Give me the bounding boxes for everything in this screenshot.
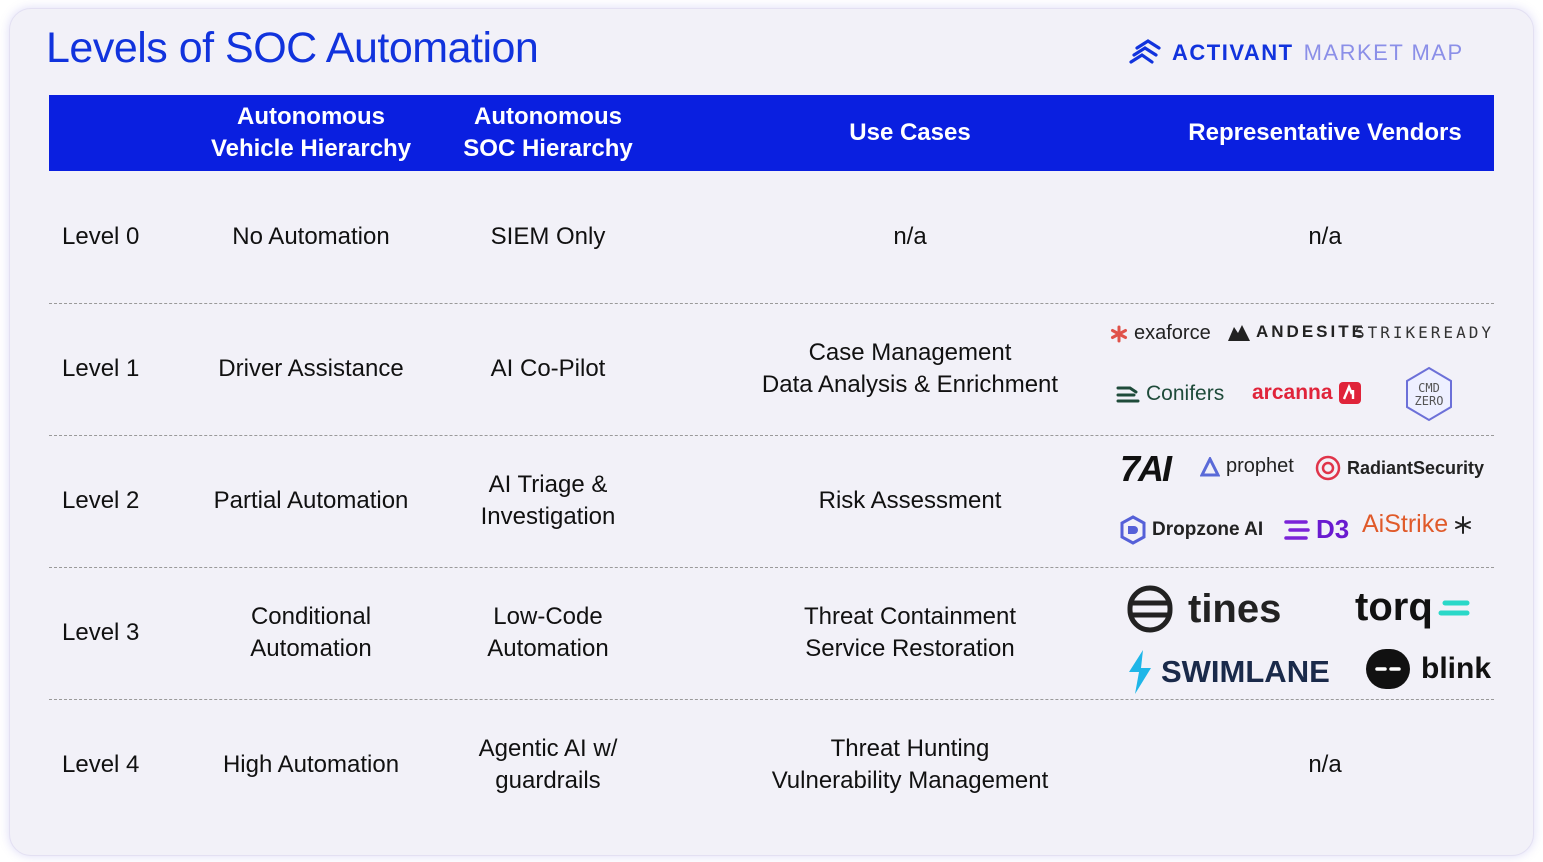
vendor-logo-conifers: Conifers <box>1116 382 1224 406</box>
svg-text:ZERO: ZERO <box>1415 394 1444 408</box>
table-row: Level 4 High Automation Agentic AI w/ gu… <box>49 699 1494 831</box>
conifers-icon <box>1116 386 1140 403</box>
vendor-logo-d3: D3 <box>1284 514 1349 545</box>
vehicle-hierarchy-cell: Driver Assistance <box>218 355 404 382</box>
andesite-mountain-icon <box>1228 325 1250 341</box>
soc-hierarchy-cell: Agentic AI w/ guardrails <box>478 735 618 794</box>
use-cases-cell: Threat Hunting Vulnerability Management <box>771 735 1049 794</box>
vendor-logo-andesite: ANDESITE <box>1228 322 1366 342</box>
vendor-logo-aistrike: AiStrike <box>1362 510 1472 539</box>
column-header-soc: Autonomous SOC Hierarchy <box>463 103 633 162</box>
aistrike-spark-icon <box>1455 515 1472 534</box>
vendor-logo-torq: torq <box>1355 585 1471 630</box>
use-cases-cell: Case Management Data Analysis & Enrichme… <box>761 339 1059 398</box>
level-label: Level 2 <box>62 487 140 514</box>
vendor-logo-swimlane: SWIMLANE <box>1125 650 1330 694</box>
vendor-logo-blink: blink <box>1365 648 1491 690</box>
vendor-logo-radiantsecurity: RadiantSecurity <box>1315 455 1484 481</box>
vendor-logo-arcanna: arcanna <box>1252 381 1361 405</box>
exaforce-star-icon <box>1111 325 1127 342</box>
arcanna-ai-badge-icon <box>1338 382 1361 404</box>
torq-bars-icon <box>1438 600 1470 615</box>
soc-hierarchy-cell: SIEM Only <box>490 223 606 250</box>
swimlane-bolt-icon <box>1129 650 1151 694</box>
use-cases-cell: n/a <box>893 223 927 250</box>
vendors-cell: n/a <box>1308 223 1342 250</box>
vehicle-hierarchy-cell: High Automation <box>222 751 400 778</box>
column-header-use-cases: Use Cases <box>849 119 971 146</box>
vehicle-hierarchy-cell: Partial Automation <box>213 487 409 514</box>
vendor-logo-strikeready: STRIKEREADY <box>1355 323 1494 342</box>
vendor-logo-dropzone: Dropzone AI <box>1120 515 1263 545</box>
use-cases-cell: Risk Assessment <box>818 487 1002 514</box>
use-cases-cell: Threat Containment Service Restoration <box>803 603 1017 662</box>
column-header-vendors: Representative Vendors <box>1188 119 1462 146</box>
column-header-vehicle: Autonomous Vehicle Hierarchy <box>210 103 412 162</box>
soc-hierarchy-cell: AI Co-Pilot <box>490 355 606 382</box>
page-title: Levels of SOC Automation <box>46 24 539 72</box>
level-label: Level 4 <box>62 751 140 778</box>
table-header: Autonomous Vehicle Hierarchy Autonomous … <box>49 95 1494 171</box>
soc-hierarchy-cell: AI Triage & Investigation <box>480 471 616 530</box>
radiant-circle-icon <box>1315 455 1341 481</box>
vendor-logo-tines: tines <box>1126 585 1281 633</box>
vehicle-hierarchy-cell: No Automation <box>232 223 390 250</box>
vehicle-hierarchy-cell: Conditional Automation <box>250 603 372 662</box>
d3-lines-icon <box>1284 519 1310 540</box>
tines-stack-icon <box>1127 585 1173 633</box>
vendor-logo-7ai: 7AI <box>1120 448 1172 489</box>
level-label: Level 1 <box>62 355 140 382</box>
table-row: Level 0 No Automation SIEM Only n/a n/a <box>49 171 1494 303</box>
brand-logo: ACTIVANT MARKET MAP <box>1128 38 1464 68</box>
vendor-logo-cmdzero: CMD ZERO <box>1404 366 1454 422</box>
activant-chevrons-icon <box>1129 39 1161 64</box>
level-label: Level 0 <box>62 223 140 250</box>
cmdzero-hexagon-icon: CMD ZERO <box>1406 366 1452 422</box>
blink-face-icon <box>1366 649 1410 689</box>
level-label: Level 3 <box>62 619 140 646</box>
vendor-logo-exaforce: exaforce <box>1110 322 1211 345</box>
soc-hierarchy-cell: Low-Code Automation <box>487 603 609 662</box>
prophet-triangle-icon <box>1200 456 1220 476</box>
vendor-logo-prophet: prophet <box>1200 455 1294 478</box>
vendors-cell: n/a <box>1308 751 1342 778</box>
dropzone-shield-icon <box>1120 515 1146 545</box>
brand-suffix: MARKET MAP <box>1303 40 1464 65</box>
brand-name: ACTIVANT <box>1172 40 1294 65</box>
svg-text:CMD: CMD <box>1418 381 1440 395</box>
